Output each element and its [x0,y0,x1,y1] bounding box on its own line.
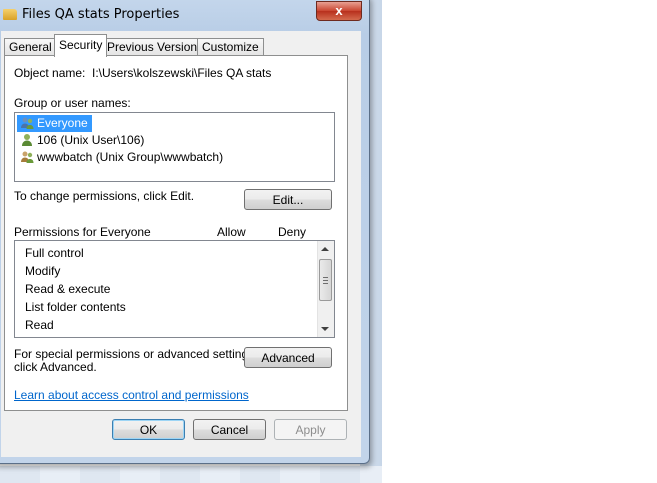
tab-general[interactable]: General [4,38,57,56]
ok-button[interactable]: OK [112,419,185,440]
background-taskbar-strip [0,466,382,483]
dialog-client-area: General Security Previous Versions Custo… [1,31,361,457]
scroll-down-icon[interactable] [321,327,329,331]
permissions-scrollbar[interactable] [317,241,334,337]
close-button[interactable]: x [316,1,362,21]
permissions-list[interactable]: Full control Modify Read & execute List … [14,240,335,338]
permission-list-folder-contents: List folder contents [25,300,126,314]
folder-icon [3,9,17,20]
tab-security[interactable]: Security [54,34,108,57]
user-row-106[interactable]: 106 (Unix User\106) [17,132,148,149]
object-name-label: Object name: [14,66,86,80]
user-row-everyone[interactable]: Everyone [17,115,92,132]
deny-header: Deny [278,225,307,239]
click-advanced-text: click Advanced. [14,360,97,374]
user-name: 106 (Unix User\106) [37,133,145,147]
advanced-button[interactable]: Advanced [244,347,332,368]
scroll-up-icon[interactable] [321,247,329,251]
user-name: Everyone [37,116,88,130]
scroll-thumb[interactable] [319,259,332,301]
learn-access-control-link[interactable]: Learn about access control and permissio… [14,388,249,402]
permissions-header: Permissions for Everyone [14,225,151,239]
user-row-wwwbatch[interactable]: wwwbatch (Unix Group\wwwbatch) [17,149,227,166]
permission-modify: Modify [25,264,61,278]
permission-read: Read [25,318,54,332]
change-permissions-text: To change permissions, click Edit. [14,189,195,203]
cancel-button[interactable]: Cancel [193,419,266,440]
object-name-value: I:\Users\kolszewski\Files QA stats [92,66,272,80]
properties-dialog: Files QA stats Properties x General Secu… [0,0,370,464]
special-permissions-text: For special permissions or advanced sett… [14,347,258,361]
group-icon [21,151,34,163]
user-name: wwwbatch (Unix Group\wwwbatch) [37,150,224,164]
allow-header: Allow [217,225,246,239]
edit-button[interactable]: Edit... [244,189,332,210]
user-list[interactable]: Everyone 106 (Unix User\106) wwwbatch (U… [14,112,335,182]
window-title: Files QA stats Properties [22,7,180,22]
permission-read-execute: Read & execute [25,282,111,296]
permission-full-control: Full control [25,246,84,260]
group-icon [21,117,34,129]
tab-customize[interactable]: Customize [197,38,264,56]
user-icon [22,134,32,146]
title-bar[interactable]: Files QA stats Properties x [0,0,369,31]
group-user-label: Group or user names: [14,96,131,110]
apply-button[interactable]: Apply [274,419,347,440]
tab-previous-versions[interactable]: Previous Versions [102,38,209,56]
security-panel: Object name: I:\Users\kolszewski\Files Q… [4,55,348,411]
